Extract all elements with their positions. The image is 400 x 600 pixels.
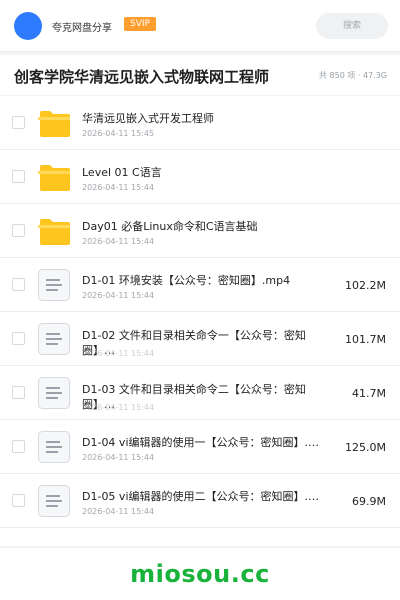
- list-item[interactable]: D1-04 vi编辑器的使用一【公众号：密知圈】.… 2026-04-11 15…: [0, 420, 400, 474]
- quark-logo-icon[interactable]: [14, 12, 42, 40]
- document-icon: [37, 323, 71, 355]
- item-date: 2026-04-11 15:45: [82, 129, 155, 138]
- item-name[interactable]: D1-04 vi编辑器的使用一【公众号：密知圈】.…: [82, 436, 322, 450]
- select-checkbox[interactable]: [12, 170, 25, 183]
- item-name[interactable]: Day01 必备Linux命令和C语言基础: [82, 220, 322, 234]
- item-size: 125.0M: [345, 441, 386, 454]
- item-size: 41.7M: [352, 387, 386, 400]
- site-watermark: miosou.cc: [130, 560, 270, 588]
- app-name: 夸克网盘分享: [52, 23, 112, 34]
- item-date: 2026-04-11 15:44: [82, 237, 155, 246]
- list-item[interactable]: D1-02 文件和目录相关命令一【公众号：密知圈】… 2026-04-11 15…: [0, 312, 400, 366]
- list-item[interactable]: Level 01 C语言 2026-04-11 15:44: [0, 150, 400, 204]
- footer: miosou.cc: [0, 548, 400, 600]
- list-item[interactable]: D1-05 vi编辑器的使用二【公众号：密知圈】.… 2026-04-11 15…: [0, 474, 400, 528]
- item-date: 2026-04-11 15:44: [82, 453, 155, 462]
- item-date: 2026-04-11 15:44: [82, 403, 155, 412]
- item-date: 2026-04-11 15:44: [82, 183, 155, 192]
- list-item[interactable]: 华清远见嵌入式开发工程师 2026-04-11 15:45: [0, 96, 400, 150]
- top-bar: 夸克网盘分享 SVIP 搜索: [0, 0, 400, 52]
- folder-icon: [37, 215, 71, 247]
- document-icon: [37, 485, 71, 517]
- folder-title: 创客学院华清远见嵌入式物联网工程师: [14, 68, 270, 86]
- item-name[interactable]: 华清远见嵌入式开发工程师: [82, 112, 322, 126]
- select-checkbox[interactable]: [12, 386, 25, 399]
- item-name[interactable]: D1-05 vi编辑器的使用二【公众号：密知圈】.…: [82, 490, 322, 504]
- share-page: 夸克网盘分享 SVIP 搜索 创客学院华清远见嵌入式物联网工程师 共 850 项…: [0, 0, 400, 600]
- item-date: 2026-04-11 15:44: [82, 349, 155, 358]
- item-size: 102.2M: [345, 279, 386, 292]
- folder-icon: [37, 161, 71, 193]
- item-size: 69.9M: [352, 495, 386, 508]
- document-icon: [37, 377, 71, 409]
- svip-badge[interactable]: SVIP: [124, 17, 156, 31]
- list-item[interactable]: D1-03 文件和目录相关命令二【公众号：密知圈】… 2026-04-11 15…: [0, 366, 400, 420]
- list-item[interactable]: Day01 必备Linux命令和C语言基础 2026-04-11 15:44: [0, 204, 400, 258]
- document-icon: [37, 431, 71, 463]
- select-checkbox[interactable]: [12, 494, 25, 507]
- select-checkbox[interactable]: [12, 278, 25, 291]
- select-checkbox[interactable]: [12, 440, 25, 453]
- list-item[interactable]: D1-01 环境安装【公众号：密知圈】.mp4 2026-04-11 15:44…: [0, 258, 400, 312]
- folder-summary: 共 850 项 · 47.3G: [319, 71, 387, 80]
- select-checkbox[interactable]: [12, 224, 25, 237]
- search-input[interactable]: 搜索: [316, 13, 388, 39]
- document-icon: [37, 269, 71, 301]
- select-checkbox[interactable]: [12, 116, 25, 129]
- item-name[interactable]: D1-01 环境安装【公众号：密知圈】.mp4: [82, 274, 322, 288]
- item-name[interactable]: Level 01 C语言: [82, 166, 322, 180]
- item-date: 2026-04-11 15:44: [82, 507, 155, 516]
- folder-icon: [37, 107, 71, 139]
- select-checkbox[interactable]: [12, 332, 25, 345]
- folder-header: 创客学院华清远见嵌入式物联网工程师 共 850 项 · 47.3G: [0, 55, 400, 95]
- file-list: 华清远见嵌入式开发工程师 2026-04-11 15:45 Level 01 C…: [0, 96, 400, 546]
- item-date: 2026-04-11 15:44: [82, 291, 155, 300]
- item-size: 101.7M: [345, 333, 386, 346]
